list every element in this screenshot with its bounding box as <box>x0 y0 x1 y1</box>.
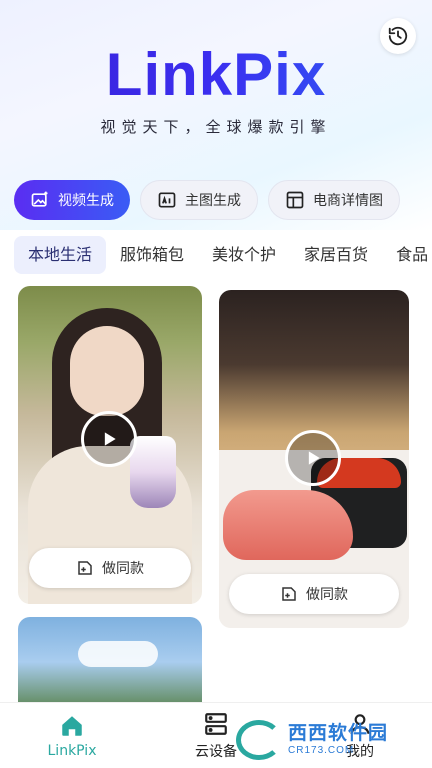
card-thumbnail-face <box>70 326 144 416</box>
watermark-cn: 西西软件园 <box>288 723 389 744</box>
play-icon <box>308 451 320 465</box>
mode-main-image-button[interactable]: 主图生成 <box>140 180 258 220</box>
card-thumbnail-drink <box>130 436 176 508</box>
home-icon <box>62 716 82 736</box>
layout-icon <box>286 191 304 209</box>
site-watermark: 西西软件园 CR173.COM <box>236 716 416 764</box>
app-logo: LinkPix <box>0 40 432 109</box>
make-same-icon <box>282 587 296 601</box>
card-thumbnail-fish <box>223 490 353 560</box>
tab-linkpix[interactable]: LinkPix <box>17 703 127 768</box>
make-same-button[interactable]: 做同款 <box>229 574 399 614</box>
card-thumbnail-cloud <box>78 641 158 667</box>
mode-label: 主图生成 <box>185 193 241 209</box>
mode-ecommerce-detail-button[interactable]: 电商详情图 <box>268 180 400 220</box>
category-tabs: 本地生活 服饰箱包 美妆个护 家居百货 食品 <box>14 236 432 274</box>
app-slogan: 视觉天下，全球爆款引擎 <box>100 118 332 136</box>
watermark-logo-icon <box>236 720 282 760</box>
play-button[interactable] <box>285 430 341 486</box>
category-tab-home-goods[interactable]: 家居百货 <box>290 236 382 274</box>
watermark-en: CR173.COM <box>288 745 355 756</box>
template-card[interactable]: 做同款 <box>18 286 202 604</box>
tab-label: LinkPix <box>47 743 97 759</box>
watermark-text: 西西软件园 CR173.COM <box>288 724 388 756</box>
make-same-icon <box>78 561 92 575</box>
ai-image-icon <box>158 192 176 208</box>
category-tab-local-life[interactable]: 本地生活 <box>14 236 107 274</box>
tab-label: 云设备 <box>195 744 237 760</box>
server-icon <box>205 713 227 735</box>
play-icon <box>104 432 116 446</box>
make-same-label: 做同款 <box>306 587 348 603</box>
mode-label: 视频生成 <box>58 193 114 209</box>
make-same-label: 做同款 <box>102 561 144 577</box>
category-tab-apparel-bags[interactable]: 服饰箱包 <box>106 236 198 274</box>
mode-video-generation-button[interactable]: 视频生成 <box>14 180 130 220</box>
image-sparkle-icon <box>31 191 48 207</box>
make-same-button[interactable]: 做同款 <box>29 548 191 588</box>
play-button[interactable] <box>81 411 137 467</box>
template-card[interactable]: 做同款 <box>219 290 409 628</box>
mode-selector: 视频生成 主图生成 电商详情图 <box>14 180 400 220</box>
category-tab-beauty-care[interactable]: 美妆个护 <box>198 236 290 274</box>
category-tab-food[interactable]: 食品 <box>382 236 432 274</box>
mode-label: 电商详情图 <box>313 193 383 209</box>
